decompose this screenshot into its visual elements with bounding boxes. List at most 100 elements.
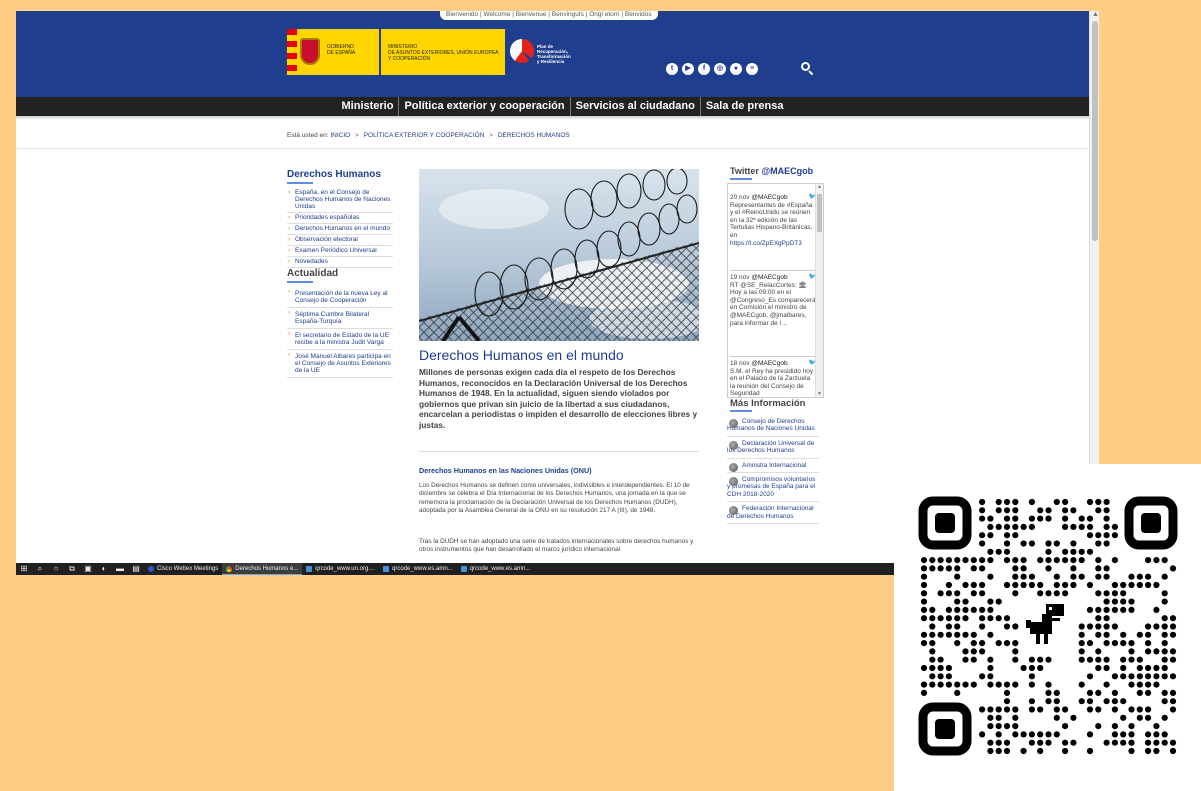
qr-module [1037,507,1044,514]
qr-module [1128,739,1135,746]
nav-ministerio[interactable]: Ministerio [337,97,400,116]
search-icon[interactable] [801,62,815,76]
breadcrumb-inicio[interactable]: INICIO [330,132,350,139]
search-icon[interactable]: ⌕ [32,563,48,575]
sidebar-item-consejo[interactable]: › España, en el Consejo de Derechos Human… [287,188,393,213]
nav-servicios-ciudadano[interactable]: Servicios al ciudadano [571,97,701,116]
qr-module [962,557,969,564]
tweet[interactable]: 19 nov @MAECgob 🐦 RT @SE_RelacCortes: 🏛H… [730,270,816,327]
task-view-icon[interactable]: ⧉ [64,563,80,575]
sidebar-item-dh-mundo[interactable]: › Derechos Humanos en el mundo [287,224,393,235]
youtube-icon[interactable]: ▶ [682,63,694,75]
qr-module [979,557,986,564]
qr-module [945,606,952,613]
qr-module [920,681,928,688]
mas-info-item[interactable]: Amnistía Internacional [727,459,819,474]
scroll-up-icon[interactable]: ▲ [817,184,822,190]
qr-module [1145,681,1152,688]
mas-info-item[interactable]: Declaración Universal de los Derechos Hu… [727,437,819,459]
twitter-handle[interactable]: @MAECgob [761,166,813,176]
globe-icon [729,477,738,487]
qr-module [1128,747,1135,755]
plan-recuperacion-logo[interactable]: Plan de Recuperación, Transformación y R… [510,39,571,65]
store-icon[interactable]: ▣ [80,563,96,575]
qr-module [1045,689,1052,696]
qr-module [1103,698,1110,705]
qr-module [1012,714,1019,721]
page-scrollbar[interactable]: ▲ [1089,11,1099,475]
twitter-scrollbar[interactable]: ▲ ▼ [815,184,823,397]
news-item[interactable]: › El secretario de Estado de la UE recibe… [287,329,393,350]
qr-module [1103,739,1110,746]
news-item[interactable]: › José Manuel Albares participa en el Con… [287,350,393,378]
taskbar-app-webex[interactable]: Cisco Webex Meetings [144,563,222,575]
file-explorer-icon[interactable]: ▤ [128,563,144,575]
scroll-up-icon[interactable]: ▲ [1092,11,1099,18]
qr-module [1095,606,1102,613]
breadcrumb-politica[interactable]: POLÍTICA EXTERIOR Y COOPERACIÓN [364,132,485,139]
nav-politica-exterior[interactable]: Política exterior y cooperación [399,97,571,116]
qr-module [920,590,928,597]
sidebar-item-observacion[interactable]: › Observación electoral [287,235,393,246]
cortana-icon[interactable]: ○ [48,563,64,575]
qr-module [979,498,986,506]
windows-start-icon[interactable]: ⊞ [16,563,32,575]
mas-info-item[interactable]: Consejo de Derechos Humanos de Naciones … [727,415,819,437]
scroll-thumb[interactable] [817,194,822,232]
spotify-icon[interactable]: ≡ [746,63,758,75]
nav-sala-prensa[interactable]: Sala de prensa [701,97,789,116]
tweet[interactable]: 20 nov @MAECgob 🐦 Representantes de #Esp… [730,194,816,247]
news-item[interactable]: › Séptima Cumbre Bilateral España-Turquía [287,308,393,329]
qr-module [962,606,969,613]
scroll-thumb[interactable] [1092,21,1098,241]
qr-module [1128,648,1135,655]
ministerio-logo[interactable]: MINISTERIO DE ASUNTOS EXTERIORES, UNIÓN … [381,29,505,75]
mas-info-item[interactable]: Federación Internacional de Derechos Hum… [727,502,819,525]
taskbar-app-qrcode-un[interactable]: qrcode_www.un.org.... [302,563,379,575]
twitter-icon[interactable]: t [666,63,678,75]
tweet-link[interactable]: https://t.co/ZpEXgPpDT3 [730,240,816,248]
facebook-icon[interactable]: f [698,63,710,75]
instagram-icon[interactable]: ◎ [714,63,726,75]
qr-module [1103,606,1110,613]
sidebar-item-epu[interactable]: › Examen Periódico Universal [287,246,393,257]
sidebar-item-prioridades[interactable]: › Prioridades españolas [287,213,393,224]
qr-module [1145,664,1152,672]
qr-module [987,723,994,730]
news-item[interactable]: › Presentación de la nueva Ley al Consejo… [287,287,393,308]
qr-module [920,573,928,580]
qr-module [954,565,961,572]
qr-module [1111,731,1118,738]
taskbar-app-qrcode-amn-1[interactable]: qrcode_www.es.amn... [379,563,457,575]
qr-code-card [894,464,1201,791]
tweet[interactable]: 18 nov @MAECgob 🐦 S.M. el Rey ha presidi… [730,356,816,397]
qr-module [1153,664,1160,672]
scroll-down-icon[interactable]: ▼ [817,391,822,397]
qr-module [1028,681,1035,688]
twitter-feed[interactable]: 20 nov @MAECgob 🐦 Representantes de #Esp… [727,183,824,398]
mail-icon[interactable]: ▬ [112,563,128,575]
qr-module [1103,664,1110,672]
qr-code[interactable] [918,496,1178,756]
qr-module [979,640,986,647]
taskbar-app-chrome[interactable]: Derechos Humanos e... [222,563,303,575]
breadcrumb-derechos-humanos[interactable]: DERECHOS HUMANOS [498,132,570,139]
welcome-languages[interactable]: Bienvenido | Welcome | Bienvenue | Benvi… [440,11,658,20]
qr-module [945,664,952,672]
qr-module [979,706,986,713]
taskbar-app-qrcode-amn-2[interactable]: qrcode_www.es.amn... [457,563,535,575]
qr-module [1086,623,1094,630]
qr-module [1028,523,1035,530]
sidebar-item-novedades[interactable]: › Novedades [287,257,393,268]
flickr-icon[interactable]: ● [730,63,742,75]
gobierno-logo[interactable]: GOBIERNO DE ESPAÑA [287,29,379,75]
qr-module [1161,698,1168,705]
qr-module [1086,656,1094,663]
qr-module [1003,540,1011,547]
qr-module [1070,581,1077,589]
edge-icon[interactable]: ◐ [96,563,112,575]
sidebar-title[interactable]: Derechos Humanos [287,169,393,180]
qr-module [1103,573,1110,580]
qr-module [979,581,986,589]
mas-info-item[interactable]: Compromisos voluntarios y promesas de Es… [727,473,819,503]
